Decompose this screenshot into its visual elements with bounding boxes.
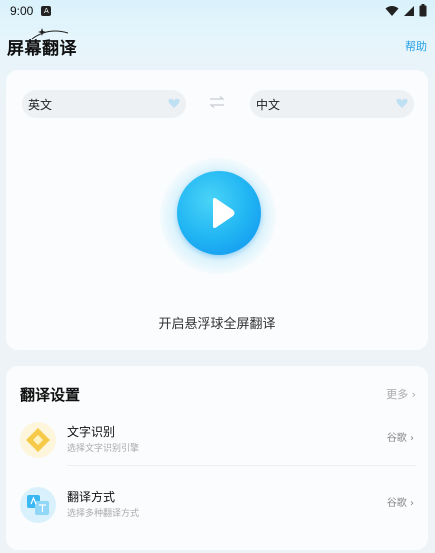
chevron-right-icon: › [410,498,414,509]
translator-card: 英文 中文 开启悬浮球全屏翻译 [6,70,428,350]
chevron-right-icon: › [411,388,416,401]
screen: 9:00 A 屏幕翻译 帮助 英文 中文 开启悬浮球全屏翻译 翻译设置 更多 ›… [0,0,435,553]
setting-subtitle: 选择文字识别引擎 [67,444,140,454]
floating-ball-play-button[interactable] [177,171,261,255]
floating-ball-label: 开启悬浮球全屏翻译 [158,317,276,332]
app-header: 屏幕翻译 帮助 [0,22,435,68]
setting-title: 文字识别 [67,425,116,439]
setting-value: 谷歌 › [387,429,414,444]
more-label: 更多 [386,388,409,401]
signal-icon [404,5,414,16]
page-title: 屏幕翻译 [7,39,77,59]
status-time: 9:00 [10,4,34,18]
translate-icon [20,487,56,523]
setting-value-label: 谷歌 [386,498,407,509]
more-link[interactable]: 更多 › [386,386,416,402]
target-language-label: 中文 [256,97,281,112]
notification-icon: A [41,6,52,16]
target-language-select[interactable]: 中文 [250,90,414,118]
translation-settings-card: 翻译设置 更多 › 文字识别 选择文字识别引擎 谷歌 › 翻译方式 选择多种翻译… [6,366,428,550]
source-language-select[interactable]: 英文 [22,90,186,118]
status-bar: 9:00 A [0,0,435,22]
heart-dropdown-icon [396,98,408,108]
wifi-icon [385,5,399,16]
play-icon [213,198,235,228]
source-language-label: 英文 [28,97,53,112]
status-indicators [385,4,427,17]
divider [67,465,416,466]
swap-languages-icon[interactable] [209,96,225,108]
setting-value-label: 谷歌 [386,433,407,444]
heart-dropdown-icon [168,98,180,108]
help-link[interactable]: 帮助 [405,38,427,54]
section-title: 翻译设置 [20,386,81,404]
ocr-diamond-icon [20,422,56,458]
setting-row-translate-mode[interactable]: 翻译方式 选择多种翻译方式 谷歌 › [6,482,428,538]
setting-value: 谷歌 › [387,494,414,509]
chevron-right-icon: › [410,433,414,444]
setting-subtitle: 选择多种翻译方式 [67,509,140,519]
setting-title: 翻译方式 [67,490,116,504]
battery-icon [419,4,427,17]
